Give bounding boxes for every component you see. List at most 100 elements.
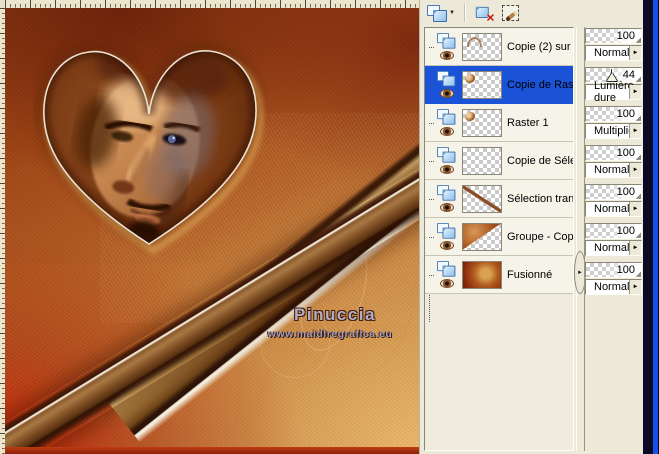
opacity-slider[interactable]: 100 ◢ [585,106,642,122]
layer-name: Sélection transform [507,192,573,205]
blend-mode-dropdown[interactable]: Lumière dure ► [585,80,642,104]
dropdown-arrow-icon[interactable]: ► [629,46,641,60]
layer-type-icon [437,261,456,277]
layer-type-icon [437,33,456,49]
blend-mode-dropdown[interactable]: Normal ► [585,279,642,295]
opacity-value: 100 [616,264,635,276]
chevron-down-icon: ▼ [449,10,455,16]
layer-list: Copie (2) sur Sélec Copie de Raster 1 [424,27,574,451]
resize-grip-icon: ◢ [635,193,641,200]
layer-type-icon [437,185,456,201]
resize-grip-icon: ◢ [635,232,641,239]
window-background-strip [643,0,653,454]
toolbar-divider [463,4,465,22]
collapse-arrow-icon: ► [577,269,583,276]
layer-type-icon [437,223,456,239]
dropdown-arrow-icon[interactable]: ► [629,241,641,255]
red-x-icon: ✕ [485,10,496,24]
blend-mode-dropdown[interactable]: Normal ► [585,201,642,217]
delete-layer-icon: ✕ [474,5,496,24]
blend-mode-dropdown[interactable]: Normal ► [585,240,642,256]
heart-portrait-graphic [37,43,264,254]
opacity-slider[interactable]: 100 ◢ [585,262,642,278]
dropdown-arrow-icon[interactable]: ► [629,280,641,294]
layer-name: Copie (2) sur Sélec [507,40,573,53]
blend-mode-dropdown[interactable]: Normal ► [585,45,642,61]
resize-grip-icon: ◢ [635,271,641,278]
layer-thumbnail [462,108,502,137]
resize-grip-icon: ◢ [635,37,641,44]
opacity-slider[interactable]: 100 ◢ [585,145,642,161]
layer-name: Raster 1 [507,116,549,129]
layer-row-fusionne[interactable]: Fusionné [425,256,573,294]
signature-text: Pinuccia [294,305,376,324]
layer-thumbnail [462,32,502,61]
edit-selection-button[interactable] [500,1,521,25]
new-layer-icon [427,4,447,22]
opacity-slider[interactable]: 100 ◢ [585,28,642,44]
ruler-top [5,0,419,8]
layers-palette: ▼ ✕ Copie (2) sur Copie de Ras Raster 1 … [419,0,643,454]
layer-properties: 100 ◢ Normal ► [585,223,642,256]
opacity-value: 100 [616,225,635,237]
blend-mode-value: Normal [594,281,630,293]
resize-grip-icon: ◢ [635,154,641,161]
visibility-eye-icon[interactable] [440,127,454,136]
app-window: Pinuccia www.maidiregrafica.eu ▼ ✕ Copie… [0,0,659,454]
layer-properties: 100 ◢ Normal ► [585,184,642,217]
layer-properties: 100 ◢ Normal ► [585,262,642,295]
blend-mode-value: Normal [594,242,630,254]
layer-row-raster-1[interactable]: Raster 1 [425,104,573,142]
palette-toolbar: ▼ ✕ [420,0,643,26]
layer-properties-panel: 100 ◢ Normal ► 44 ◢ Lumière dure ► 100 ◢… [584,27,642,451]
image-canvas-panel: Pinuccia www.maidiregrafica.eu [0,0,419,454]
layer-name: Copie de Sélection [507,154,573,167]
layer-thumbnail [462,146,502,175]
visibility-eye-icon[interactable] [440,203,454,212]
blend-mode-value: Normal [594,47,630,59]
opacity-value: 100 [616,108,635,120]
dropdown-arrow-icon[interactable]: ► [629,85,641,99]
panel-splitter[interactable]: ► [574,27,586,451]
layer-thumbnail [462,260,502,289]
opacity-value: 100 [616,147,635,159]
blend-mode-dropdown[interactable]: Multiplier ► [585,123,642,139]
visibility-eye-icon[interactable] [440,89,454,98]
blend-mode-value: Normal [594,203,630,215]
layer-row-copie-de-selection[interactable]: Copie de Sélection [425,142,573,180]
layer-row-copie-2-sur-selection[interactable]: Copie (2) sur Sélec [425,28,573,66]
opacity-slider[interactable]: 100 ◢ [585,223,642,239]
layer-thumbnail [462,222,502,251]
layer-properties: 100 ◢ Multiplier ► [585,106,642,139]
layer-type-icon [437,109,456,125]
edit-selection-icon [501,5,519,22]
layer-properties: 44 ◢ Lumière dure ► [585,67,642,104]
canvas-bottom-band [5,447,419,454]
watermark-text: www.maidiregrafica.eu [267,328,393,340]
delete-layer-button[interactable]: ✕ [472,1,496,25]
layer-type-icon [437,71,456,87]
layer-row-groupe-copie-de[interactable]: Groupe - Copie de [425,218,573,256]
opacity-value: 100 [616,186,635,198]
visibility-eye-icon[interactable] [440,51,454,60]
layer-properties: 100 ◢ Normal ► [585,145,642,178]
visibility-eye-icon[interactable] [440,165,454,174]
artwork-canvas[interactable]: Pinuccia www.maidiregrafica.eu [5,8,419,454]
layer-row-copie-de-raster-1[interactable]: Copie de Raster 1 [425,66,573,104]
layer-name: Fusionné [507,268,553,281]
visibility-eye-icon[interactable] [440,279,454,288]
dropdown-arrow-icon[interactable]: ► [629,202,641,216]
resize-grip-icon: ◢ [635,115,641,122]
layer-thumbnail [462,70,502,99]
new-layer-button[interactable]: ▼ [425,1,457,25]
layer-type-icon [437,147,456,163]
opacity-value: 100 [616,30,635,42]
blend-mode-dropdown[interactable]: Normal ► [585,162,642,178]
layer-thumbnail [462,184,502,213]
opacity-slider[interactable]: 100 ◢ [585,184,642,200]
layer-name: Copie de Raster 1 [507,78,573,91]
layer-row-selection-transformee[interactable]: Sélection transform [425,180,573,218]
dropdown-arrow-icon[interactable]: ► [629,124,641,138]
dropdown-arrow-icon[interactable]: ► [629,163,641,177]
visibility-eye-icon[interactable] [440,241,454,250]
